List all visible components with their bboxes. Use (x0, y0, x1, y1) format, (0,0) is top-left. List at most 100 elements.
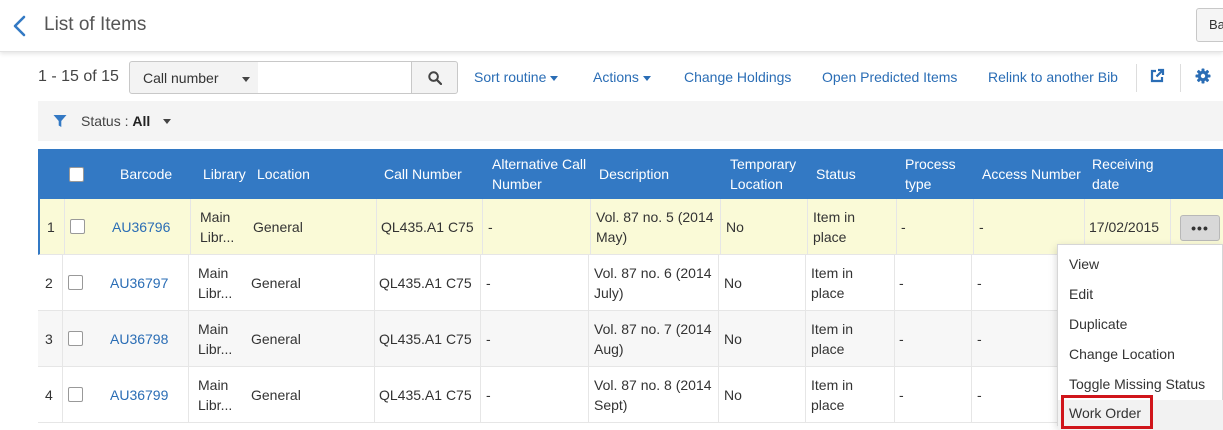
temp-location-cell: No (724, 331, 742, 347)
actions-dropdown[interactable]: Actions (593, 69, 651, 85)
cell-divider (896, 199, 897, 255)
search-input[interactable] (258, 61, 412, 94)
table-row[interactable]: 4 AU36799 Main Libr... General QL435.A1 C… (38, 367, 1223, 423)
col-status[interactable]: Status (816, 164, 856, 184)
col-process-type-line2: type (905, 176, 932, 192)
col-location[interactable]: Location (257, 164, 310, 184)
back-chevron-icon[interactable] (12, 15, 28, 37)
row-checkbox[interactable] (68, 331, 83, 346)
cell-divider (588, 367, 589, 423)
library-line1: Main (198, 265, 229, 281)
cell-divider (190, 199, 191, 255)
cell-divider (374, 255, 375, 311)
location-cell: General (251, 331, 301, 347)
gear-icon[interactable] (1195, 68, 1211, 87)
status-cell: Item in place (811, 319, 853, 359)
description-line2: July) (594, 285, 624, 301)
sort-routine-dropdown[interactable]: Sort routine (474, 69, 559, 85)
table-row[interactable]: 2 AU36797 Main Libr... General QL435.A1 C… (38, 255, 1223, 311)
barcode-link[interactable]: AU36798 (110, 329, 168, 349)
menu-item-duplicate[interactable]: Duplicate (1058, 311, 1223, 341)
toolbar: 1 - 15 of 15 Call number Sort routine Ac… (0, 56, 1223, 96)
access-number-cell: - (977, 331, 982, 347)
status-line1: Item in (811, 321, 854, 337)
cell-divider (805, 367, 806, 423)
status-cell: Item in place (813, 207, 855, 247)
toolbar-divider (1180, 64, 1181, 92)
barcode-link[interactable]: AU36799 (110, 385, 168, 405)
cell-divider (718, 367, 719, 423)
cell-divider (376, 199, 377, 255)
menu-item-change-location[interactable]: Change Location (1058, 341, 1223, 371)
row-actions-menu: View Edit Duplicate Change Location Togg… (1057, 244, 1223, 430)
location-cell: General (251, 387, 301, 403)
col-temp-location[interactable]: Temporary Location (730, 154, 796, 194)
col-alt-call-number[interactable]: Alternative Call Number (492, 154, 586, 194)
chevron-down-icon (242, 77, 250, 82)
receiving-date-cell: 17/02/2015 (1089, 219, 1160, 235)
access-number-cell: - (977, 387, 982, 403)
change-holdings-link[interactable]: Change Holdings (684, 69, 791, 85)
select-all-checkbox[interactable] (69, 167, 84, 182)
search-button[interactable] (411, 61, 458, 94)
barcode-link[interactable]: AU36797 (110, 273, 168, 293)
col-receiving-date[interactable]: Receiving date (1092, 154, 1153, 194)
description-cell: Vol. 87 no. 8 (2014 Sept) (594, 375, 712, 415)
relink-to-bib-link[interactable]: Relink to another Bib (988, 69, 1118, 85)
library-line2: Libr... (198, 285, 233, 301)
chevron-down-icon (550, 75, 559, 81)
status-cell: Item in place (811, 375, 853, 415)
row-number: 1 (47, 219, 55, 235)
col-barcode[interactable]: Barcode (120, 164, 172, 184)
menu-item-edit[interactable]: Edit (1058, 281, 1223, 311)
col-receiving-date-line2: date (1092, 176, 1120, 192)
open-predicted-items-link[interactable]: Open Predicted Items (822, 69, 957, 85)
temp-location-cell: No (724, 387, 742, 403)
cell-divider (480, 311, 481, 367)
row-checkbox[interactable] (68, 275, 83, 290)
description-line2: Aug) (594, 341, 624, 357)
external-link-icon[interactable] (1149, 68, 1165, 87)
access-number-cell: - (979, 219, 984, 235)
library-line1: Main (198, 321, 229, 337)
col-call-number[interactable]: Call Number (384, 164, 462, 184)
status-filter-bar[interactable]: Status : All (38, 101, 1223, 141)
cell-divider (62, 367, 63, 423)
col-access-number[interactable]: Access Number (982, 164, 1081, 184)
cell-divider (188, 255, 189, 311)
cell-divider (588, 311, 589, 367)
table-row[interactable]: 1 AU36796 Main Libr... General QL435.A1 C… (38, 199, 1223, 255)
description-line1: Vol. 87 no. 5 (2014 (596, 209, 714, 225)
col-process-type[interactable]: Process type (905, 154, 956, 194)
cell-divider (971, 255, 972, 311)
table-header: Barcode Library Location Call Number Alt… (38, 149, 1223, 199)
toolbar-divider (1136, 64, 1137, 92)
chevron-down-icon (642, 75, 651, 81)
col-description[interactable]: Description (599, 164, 669, 184)
status-line1: Item in (813, 209, 856, 225)
col-library[interactable]: Library (203, 164, 246, 184)
row-actions-button[interactable]: ••• (1180, 215, 1220, 241)
call-number-cell: QL435.A1 C75 (379, 331, 472, 347)
row-checkbox[interactable] (68, 387, 83, 402)
chevron-down-icon[interactable] (163, 119, 171, 124)
description-line2: May) (596, 229, 628, 245)
table-row[interactable]: 3 AU36798 Main Libr... General QL435.A1 C… (38, 311, 1223, 367)
cell-divider (188, 311, 189, 367)
col-temp-location-line1: Temporary (730, 156, 797, 172)
library-line2: Libr... (198, 341, 233, 357)
cell-divider (62, 311, 63, 367)
search-field-select[interactable]: Call number (129, 61, 259, 94)
top-right-button[interactable]: Ba (1196, 8, 1223, 42)
row-checkbox[interactable] (70, 219, 85, 234)
actions-label: Actions (593, 69, 639, 85)
menu-item-view[interactable]: View (1058, 251, 1223, 281)
row-number: 3 (45, 331, 53, 347)
cell-divider (894, 311, 895, 367)
cell-divider (971, 311, 972, 367)
temp-location-cell: No (724, 275, 742, 291)
cell-divider (720, 199, 721, 255)
col-receiving-date-line1: Receiving (1092, 156, 1154, 172)
sort-routine-label: Sort routine (474, 69, 547, 85)
barcode-link[interactable]: AU36796 (112, 217, 170, 237)
